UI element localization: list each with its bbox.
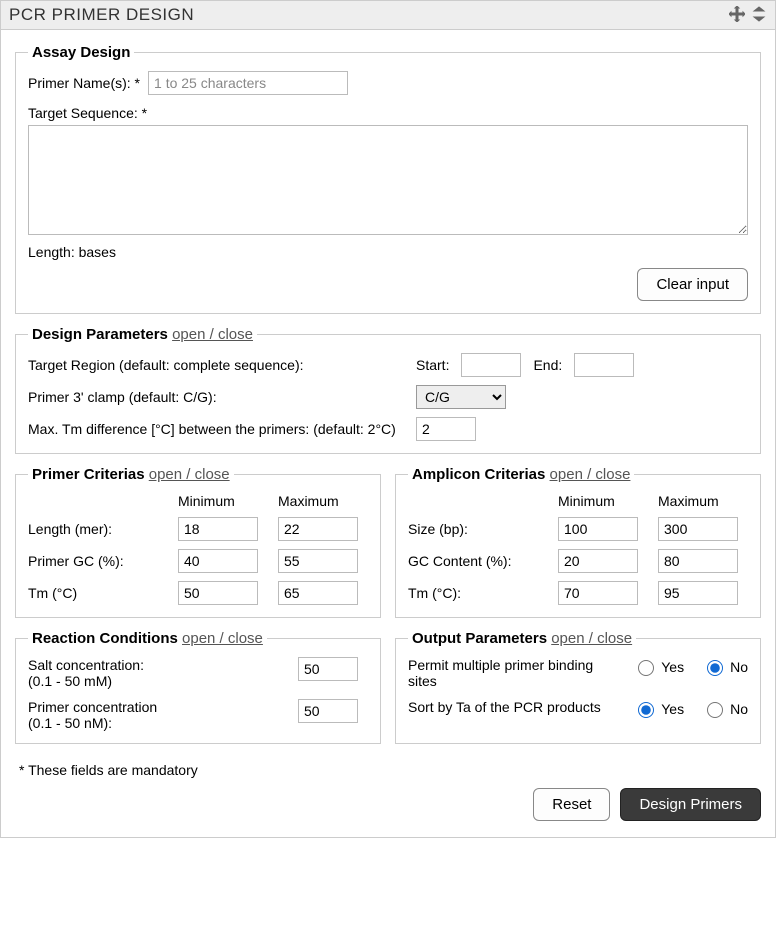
- target-sequence-textarea[interactable]: [28, 125, 748, 235]
- sort-by-ta-no[interactable]: No: [702, 699, 748, 718]
- primer-tm-max-input[interactable]: [278, 581, 358, 605]
- panel-body: Assay Design Primer Name(s): * Target Se…: [1, 30, 775, 837]
- amplicon-criteria-legend: Amplicon Criterias open / close: [408, 466, 634, 483]
- start-input[interactable]: [461, 353, 521, 377]
- amplicon-max-header: Maximum: [658, 493, 748, 509]
- permit-multi-no[interactable]: No: [702, 657, 748, 676]
- max-tm-diff-input[interactable]: [416, 417, 476, 441]
- permit-multi-yes[interactable]: Yes: [633, 657, 684, 676]
- design-parameters-fieldset: Design Parameters open / close Target Re…: [15, 326, 761, 454]
- amplicon-criteria-toggle[interactable]: open / close: [550, 466, 631, 483]
- primer-criteria-legend: Primer Criterias open / close: [28, 466, 234, 483]
- primer-criteria-toggle[interactable]: open / close: [149, 466, 230, 483]
- max-tm-diff-label: Max. Tm difference [°C] between the prim…: [28, 421, 408, 437]
- panel-header: PCR PRIMER DESIGN: [1, 1, 775, 30]
- assay-design-fieldset: Assay Design Primer Name(s): * Target Se…: [15, 44, 761, 314]
- primer-gc-max-input[interactable]: [278, 549, 358, 573]
- amplicon-size-max-input[interactable]: [658, 517, 738, 541]
- primer-tm-label: Tm (°C): [28, 585, 168, 601]
- amplicon-gc-min-input[interactable]: [558, 549, 638, 573]
- amplicon-min-header: Minimum: [558, 493, 648, 509]
- primer-gc-min-input[interactable]: [178, 549, 258, 573]
- amplicon-tm-min-input[interactable]: [558, 581, 638, 605]
- clamp-select[interactable]: C/G: [416, 385, 506, 409]
- primer-min-header: Minimum: [178, 493, 268, 509]
- amplicon-tm-label: Tm (°C):: [408, 585, 548, 601]
- output-parameters-fieldset: Output Parameters open / close Permit mu…: [395, 630, 761, 744]
- end-label: End:: [533, 357, 562, 373]
- reaction-conditions-toggle[interactable]: open / close: [182, 630, 263, 647]
- sort-by-ta-label: Sort by Ta of the PCR products: [408, 699, 615, 715]
- panel-title: PCR PRIMER DESIGN: [9, 5, 194, 25]
- primer-name-label: Primer Name(s): *: [28, 75, 140, 91]
- amplicon-criteria-fieldset: Amplicon Criterias open / close Minimum …: [395, 466, 761, 618]
- reset-button[interactable]: Reset: [533, 788, 610, 821]
- primer-length-max-input[interactable]: [278, 517, 358, 541]
- primer-length-label: Length (mer):: [28, 521, 168, 537]
- design-parameters-legend: Design Parameters open / close: [28, 326, 257, 343]
- reaction-conditions-legend: Reaction Conditions open / close: [28, 630, 267, 647]
- move-icon[interactable]: [729, 6, 745, 25]
- clamp-label: Primer 3' clamp (default: C/G):: [28, 389, 408, 405]
- design-primers-button[interactable]: Design Primers: [620, 788, 761, 821]
- primer-length-min-input[interactable]: [178, 517, 258, 541]
- target-sequence-label: Target Sequence: *: [28, 105, 147, 121]
- amplicon-gc-label: GC Content (%):: [408, 553, 548, 569]
- design-parameters-toggle[interactable]: open / close: [172, 326, 253, 343]
- clear-input-button[interactable]: Clear input: [637, 268, 748, 301]
- amplicon-tm-max-input[interactable]: [658, 581, 738, 605]
- start-label: Start:: [416, 357, 449, 373]
- salt-conc-label: Salt concentration: (0.1 - 50 mM): [28, 657, 288, 689]
- assay-design-legend: Assay Design: [28, 44, 134, 61]
- output-parameters-legend: Output Parameters open / close: [408, 630, 636, 647]
- pcr-primer-design-panel: PCR PRIMER DESIGN Assay Design Primer Na…: [0, 0, 776, 838]
- output-parameters-toggle[interactable]: open / close: [551, 630, 632, 647]
- primer-conc-label: Primer concentration (0.1 - 50 nM):: [28, 699, 288, 731]
- reaction-conditions-fieldset: Reaction Conditions open / close Salt co…: [15, 630, 381, 744]
- primer-gc-label: Primer GC (%):: [28, 553, 168, 569]
- end-input[interactable]: [574, 353, 634, 377]
- primer-tm-min-input[interactable]: [178, 581, 258, 605]
- amplicon-size-min-input[interactable]: [558, 517, 638, 541]
- primer-criteria-fieldset: Primer Criterias open / close Minimum Ma…: [15, 466, 381, 618]
- primer-conc-input[interactable]: [298, 699, 358, 723]
- primer-max-header: Maximum: [278, 493, 368, 509]
- mandatory-note: * These fields are mandatory: [19, 762, 761, 778]
- sort-by-ta-yes[interactable]: Yes: [633, 699, 684, 718]
- target-region-label: Target Region (default: complete sequenc…: [28, 357, 408, 373]
- salt-conc-input[interactable]: [298, 657, 358, 681]
- primer-name-input[interactable]: [148, 71, 348, 95]
- collapse-icon[interactable]: [751, 6, 767, 25]
- permit-multi-label: Permit multiple primer binding sites: [408, 657, 615, 689]
- amplicon-size-label: Size (bp):: [408, 521, 548, 537]
- amplicon-gc-max-input[interactable]: [658, 549, 738, 573]
- sequence-length-text: Length: bases: [28, 244, 748, 260]
